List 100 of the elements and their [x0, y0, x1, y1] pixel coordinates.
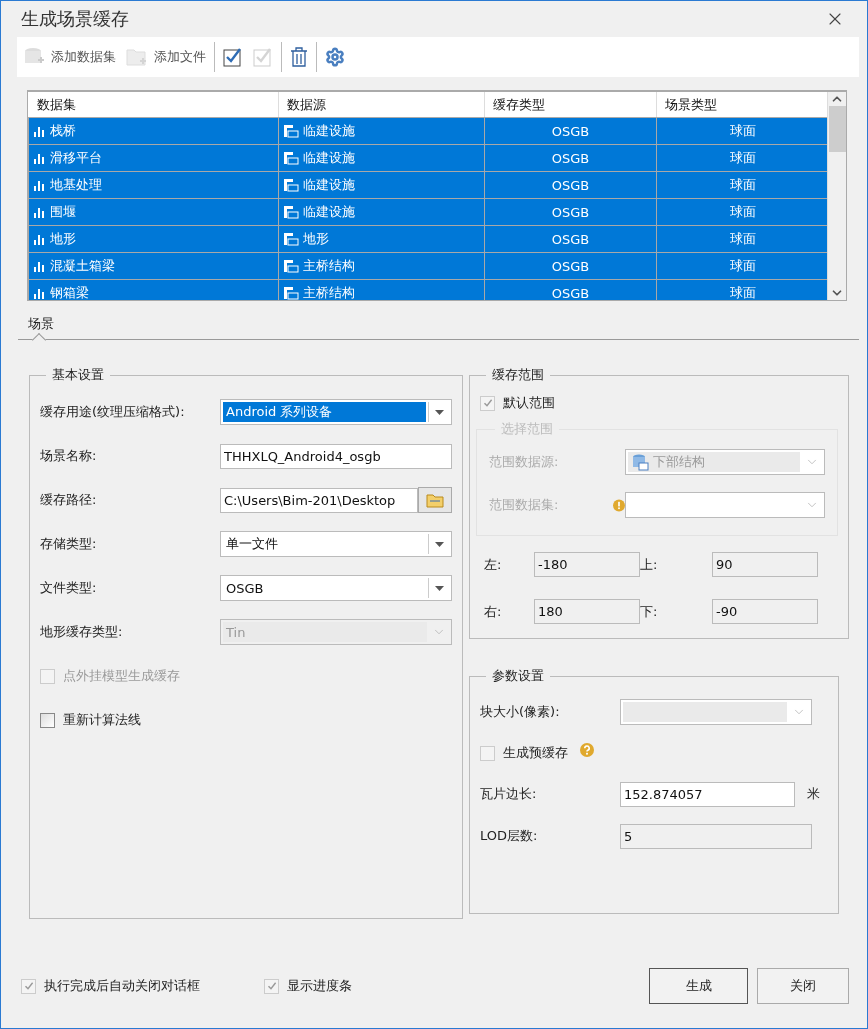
table-row[interactable]: 钢箱梁 主桥结构 OSGB 球面	[28, 279, 827, 300]
table-cell: 地形	[303, 229, 329, 248]
checkbox-label: 显示进度条	[287, 977, 352, 995]
table-cell: 混凝土箱梁	[50, 257, 115, 275]
bar-chart-icon	[33, 152, 46, 164]
checkbox[interactable]	[40, 712, 55, 728]
checkbox-label: 点外挂模型生成缓存	[63, 667, 180, 685]
table-cell: OSGB	[484, 198, 657, 226]
field-label: LOD层数:	[480, 827, 539, 845]
bar-chart-icon	[33, 206, 46, 218]
column-header[interactable]: 数据集	[28, 92, 279, 118]
tab[interactable]: 场景	[28, 309, 54, 339]
bar-chart-icon	[33, 179, 46, 191]
caret-icon	[434, 409, 444, 415]
dropdown[interactable]: 单一文件	[220, 531, 452, 557]
table-cell: 临建设施	[303, 175, 355, 194]
checkbox-icon	[223, 47, 243, 67]
check-icon	[266, 981, 277, 991]
field-label: 存储类型:	[40, 535, 98, 553]
dialog-button[interactable]: 生成	[649, 968, 748, 1004]
bar-chart-icon	[33, 260, 46, 272]
window-title: 生成场景缓存	[21, 7, 129, 31]
delete-button[interactable]	[288, 45, 310, 69]
datasource-icon	[283, 258, 299, 273]
settings-icon	[325, 47, 345, 67]
group-title: 参数设置	[491, 667, 545, 685]
table-cell: 临建设施	[303, 148, 355, 167]
table-cell: 栈桥	[50, 122, 76, 140]
table-cell: 地形	[50, 230, 76, 248]
field-label: 场景名称:	[40, 447, 98, 465]
field-label: 右:	[484, 602, 503, 621]
table-cell: 围堰	[50, 203, 76, 221]
field-label: 缓存路径:	[40, 491, 98, 509]
table-cell: OSGB	[484, 171, 657, 199]
trash-icon	[290, 47, 308, 67]
checkbox[interactable]	[480, 745, 495, 761]
input-field[interactable]: THHXLQ_Android4_osgb	[220, 443, 452, 469]
table-row[interactable]: 地形 地形 OSGB 球面	[28, 225, 827, 253]
checkbox-label: 默认范围	[503, 394, 555, 412]
field-label: 范围数据集:	[489, 496, 560, 514]
datasource-icon	[283, 123, 299, 138]
field-label: 左:	[484, 555, 503, 574]
datasource-icon	[283, 177, 299, 192]
group-title: 基本设置	[51, 366, 105, 384]
bar-chart-icon	[33, 233, 46, 245]
dropdown[interactable]: Android 系列设备	[220, 399, 452, 425]
input-field[interactable]: 152.874057	[620, 781, 795, 807]
table-row[interactable]: 地基处理 临建设施 OSGB 球面	[28, 171, 827, 199]
caret-icon	[434, 585, 444, 591]
table-cell: OSGB	[484, 225, 657, 253]
table-cell: 地基处理	[50, 176, 102, 194]
table-cell: OSGB	[484, 252, 657, 280]
input-field[interactable]: C:\Users\Bim-201\Desktop	[220, 487, 418, 513]
field-label: 下:	[640, 602, 659, 621]
table-cell: 主桥结构	[303, 283, 355, 300]
table-cell: 滑移平台	[50, 149, 102, 167]
table-cell: OSGB	[484, 144, 657, 172]
datasource-icon	[283, 231, 299, 246]
field-label: 地形缓存类型:	[40, 623, 124, 641]
field-label: 文件类型:	[40, 579, 98, 597]
settings-button[interactable]	[323, 45, 347, 69]
field-label: 上:	[640, 555, 659, 574]
field-label: 瓦片边长:	[480, 785, 538, 803]
checkbox-label: 生成预缓存	[503, 744, 568, 762]
checkbox-label: 重新计算法线	[63, 711, 141, 729]
input-field[interactable]: -90	[712, 599, 818, 624]
group-title: 缓存范围	[491, 366, 545, 384]
input-field[interactable]: -180	[534, 552, 640, 577]
bar-chart-icon	[33, 125, 46, 137]
datasource-icon	[283, 150, 299, 165]
field-label: 范围数据源:	[489, 453, 560, 471]
table-cell: 主桥结构	[303, 256, 355, 275]
unit-label: 米	[807, 785, 820, 803]
table-row[interactable]: 混凝土箱梁 主桥结构 OSGB 球面	[28, 252, 827, 280]
table-cell: 临建设施	[303, 202, 355, 221]
scrollbar[interactable]	[827, 92, 846, 300]
check-icon	[482, 398, 493, 408]
column-header[interactable]: 缓存类型	[484, 92, 657, 118]
table-row[interactable]: 滑移平台 临建设施 OSGB 球面	[28, 144, 827, 172]
folder-icon	[426, 492, 444, 508]
database-icon	[631, 453, 649, 471]
table-cell: 临建设施	[303, 121, 355, 140]
dropdown[interactable]: OSGB	[220, 575, 452, 601]
column-header[interactable]: 数据源	[278, 92, 485, 118]
table-cell: 钢箱梁	[50, 284, 89, 300]
table-row[interactable]: 围堰 临建设施 OSGB 球面	[28, 198, 827, 226]
datasource-icon	[283, 204, 299, 219]
table-cell: OSGB	[484, 117, 657, 145]
dialog-button[interactable]: 关闭	[757, 968, 849, 1004]
scrollbar-thumb[interactable]	[828, 106, 846, 152]
caret-icon	[434, 541, 444, 547]
folder-add-icon	[126, 47, 148, 67]
input-field[interactable]: 180	[534, 599, 640, 624]
field-label: 缓存用途(纹理压缩格式):	[40, 403, 186, 421]
browse-button[interactable]	[418, 487, 452, 513]
field-label: 块大小(像素):	[480, 703, 561, 721]
checkbox-icon	[253, 47, 273, 67]
input-field[interactable]: 90	[712, 552, 818, 577]
check-icon	[23, 981, 34, 991]
table-row[interactable]: 栈桥 临建设施 OSGB 球面	[28, 117, 827, 145]
